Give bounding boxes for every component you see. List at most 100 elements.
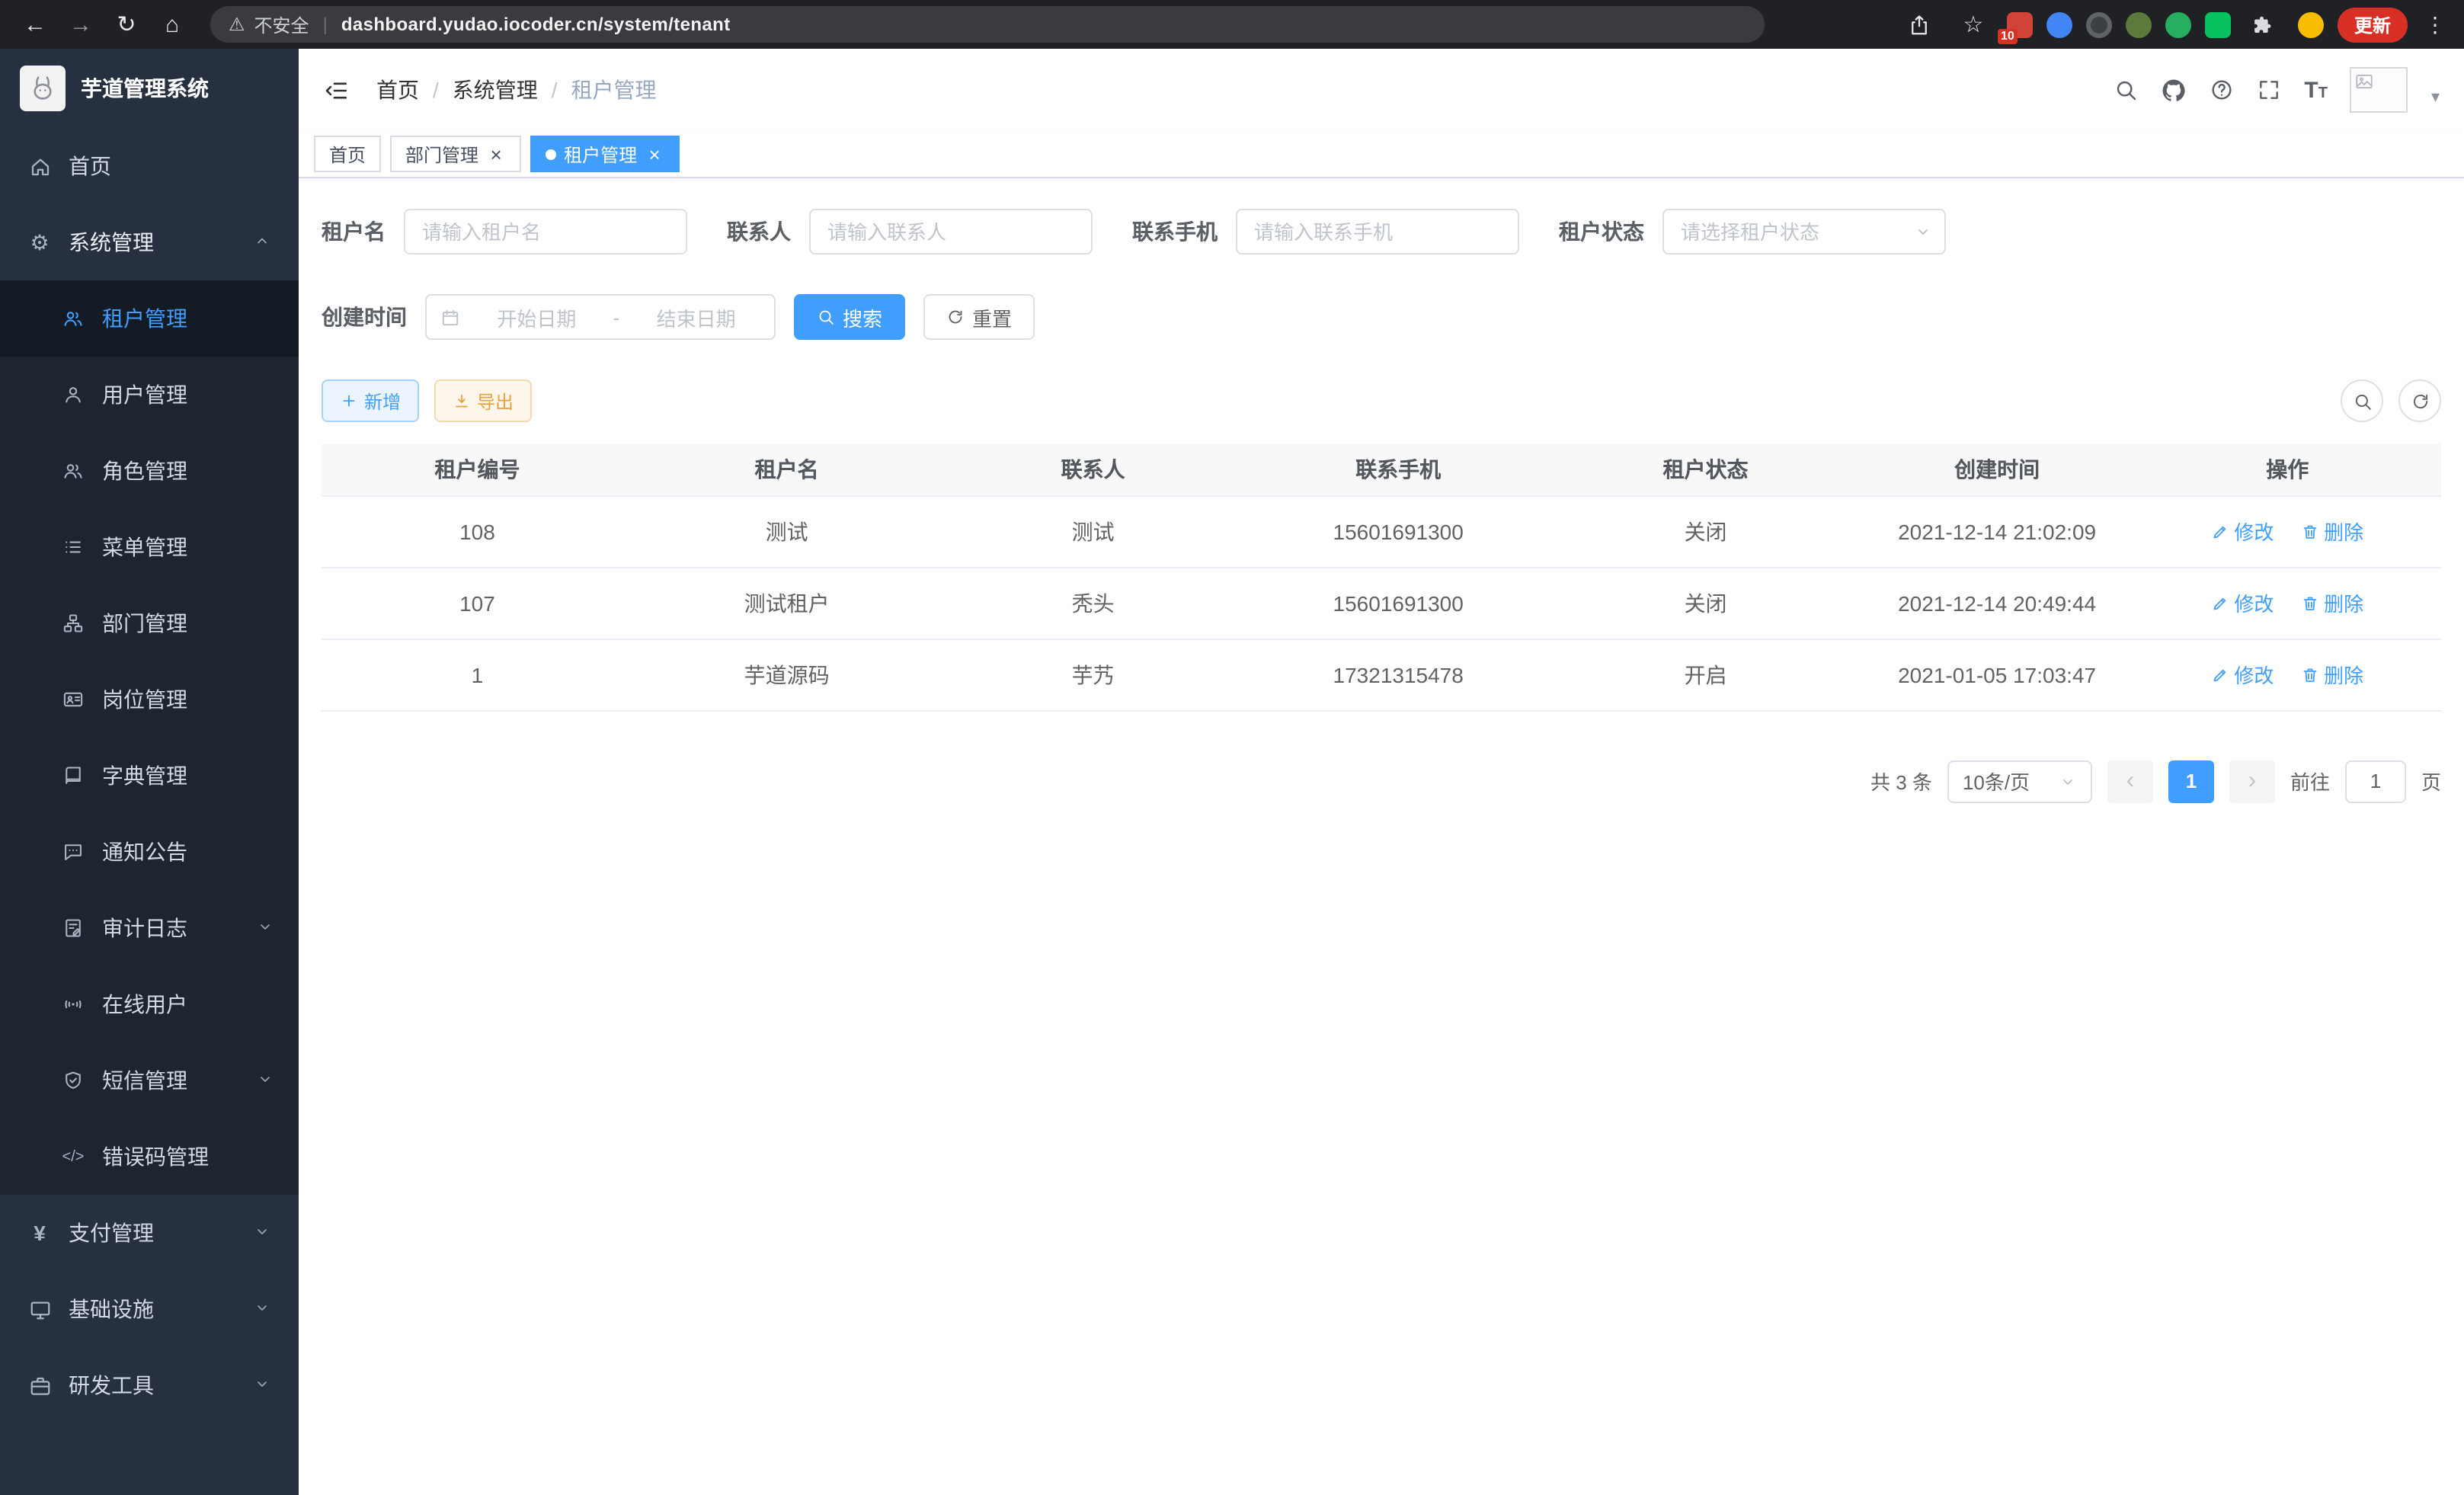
share-icon[interactable]	[1900, 5, 1940, 44]
extension-icon-6[interactable]	[2205, 11, 2231, 37]
col-actions: 操作	[2134, 443, 2441, 495]
font-size-icon[interactable]: TT	[2304, 77, 2328, 103]
breadcrumb-system[interactable]: 系统管理	[453, 75, 538, 105]
tab-dept[interactable]: 部门管理 ×	[390, 136, 521, 172]
active-dot	[546, 149, 556, 159]
people-icon	[61, 460, 85, 482]
message-icon	[61, 841, 85, 863]
page-size-select[interactable]: 10条/页	[1947, 760, 2092, 802]
bookmark-star-icon[interactable]: ☆	[1954, 5, 1993, 44]
col-created: 创建时间	[1861, 443, 2134, 495]
search-icon[interactable]	[2114, 78, 2138, 102]
home-icon	[27, 155, 52, 178]
sidebar-item-system[interactable]: ⚙ 系统管理	[0, 204, 299, 280]
browser-back-icon[interactable]: ←	[15, 5, 55, 44]
status-select[interactable]	[1662, 209, 1946, 255]
prev-page-button[interactable]: ‹	[2107, 760, 2153, 802]
sidebar-item-infra[interactable]: 基础设施	[0, 1271, 299, 1347]
close-icon[interactable]: ×	[645, 144, 664, 164]
close-icon[interactable]: ×	[486, 144, 506, 164]
edit-link[interactable]: 修改	[2211, 660, 2274, 689]
browser-reload-icon[interactable]: ↻	[107, 5, 146, 44]
filter-row-2: 创建时间 开始日期 - 结束日期 搜索 重置	[322, 294, 2441, 340]
goto-unit: 页	[2421, 767, 2441, 796]
sidebar-item-role[interactable]: 角色管理	[0, 433, 299, 509]
toggle-search-button[interactable]	[2341, 379, 2383, 422]
breadcrumb-home[interactable]: 首页	[376, 75, 419, 105]
date-start-placeholder: 开始日期	[472, 303, 601, 331]
sidebar-item-dict[interactable]: 字典管理	[0, 738, 299, 814]
browser-home-icon[interactable]: ⌂	[152, 5, 192, 44]
delete-link[interactable]: 删除	[2301, 660, 2363, 689]
table-row: 1 芋道源码 芋艿 17321315478 开启 2021-01-05 17:0…	[322, 639, 2441, 710]
sidebar-fold-icon[interactable]	[323, 77, 349, 103]
url-text[interactable]: dashboard.yudao.iocoder.cn/system/tenant	[341, 14, 731, 35]
tenant-table: 租户编号 租户名 联系人 联系手机 租户状态 创建时间 操作 108 测试	[322, 443, 2441, 711]
status-text: 关闭	[1551, 495, 1861, 567]
tenant-name-label: 租户名	[322, 216, 386, 247]
avatar-caret-icon[interactable]: ▾	[2431, 87, 2440, 107]
add-button[interactable]: 新增	[322, 379, 419, 422]
refresh-button[interactable]	[2398, 379, 2441, 422]
contact-label: 联系人	[727, 216, 791, 247]
browser-forward-icon[interactable]: →	[61, 5, 101, 44]
fullscreen-icon[interactable]	[2257, 78, 2281, 102]
search-button[interactable]: 搜索	[794, 294, 905, 340]
security-label[interactable]: 不安全	[254, 11, 309, 37]
app-logo[interactable]: 芋道管理系统	[0, 49, 299, 128]
contact-input[interactable]	[809, 209, 1093, 255]
browser-menu-icon[interactable]: ⋮	[2421, 11, 2449, 37]
extensions-puzzle-icon[interactable]	[2245, 5, 2284, 44]
extension-icon-5[interactable]	[2165, 11, 2191, 37]
col-status: 租户状态	[1551, 443, 1861, 495]
extension-icon-3[interactable]	[2086, 11, 2112, 37]
chrome-update-button[interactable]: 更新	[2338, 7, 2408, 42]
url-bar[interactable]: ⚠ 不安全 | dashboard.yudao.iocoder.cn/syste…	[210, 6, 1765, 43]
sidebar-item-pay[interactable]: ¥ 支付管理	[0, 1195, 299, 1271]
next-page-button[interactable]: ›	[2229, 760, 2275, 802]
screen: ← → ↻ ⌂ ⚠ 不安全 | dashboard.yudao.iocoder.…	[0, 0, 2464, 1495]
log-icon	[61, 917, 85, 939]
reset-button[interactable]: 重置	[923, 294, 1035, 340]
sidebar-item-tenant[interactable]: 租户管理	[0, 280, 299, 357]
sidebar-item-home[interactable]: 首页	[0, 128, 299, 204]
monitor-icon	[27, 1298, 52, 1321]
chevron-down-icon	[2059, 772, 2077, 790]
sidebar-item-devtool[interactable]: 研发工具	[0, 1347, 299, 1423]
avatar[interactable]	[2350, 67, 2408, 113]
profile-avatar[interactable]	[2298, 11, 2324, 37]
extension-icon-4[interactable]	[2126, 11, 2152, 37]
yen-icon: ¥	[27, 1221, 52, 1245]
sidebar-item-sms[interactable]: 短信管理	[0, 1042, 299, 1119]
sidebar-item-menu[interactable]: 菜单管理	[0, 509, 299, 585]
date-range-picker[interactable]: 开始日期 - 结束日期	[425, 294, 776, 340]
mobile-input[interactable]	[1236, 209, 1519, 255]
delete-link[interactable]: 删除	[2301, 517, 2363, 546]
status-text: 关闭	[1551, 567, 1861, 639]
github-icon[interactable]	[2161, 77, 2187, 103]
extension-icon-2[interactable]	[2046, 11, 2072, 37]
sidebar-item-post[interactable]: 岗位管理	[0, 661, 299, 738]
export-button[interactable]: 导出	[434, 379, 532, 422]
app-header: 首页 / 系统管理 / 租户管理 TT ▾	[299, 49, 2464, 131]
current-page-button[interactable]: 1	[2168, 760, 2214, 802]
sidebar-item-audit-log[interactable]: 审计日志	[0, 890, 299, 966]
sidebar-item-dept[interactable]: 部门管理	[0, 585, 299, 661]
extension-icon-1[interactable]: 10	[2007, 11, 2033, 37]
tab-tenant[interactable]: 租户管理 ×	[530, 136, 680, 172]
edit-link[interactable]: 修改	[2211, 588, 2274, 617]
sidebar-item-online-user[interactable]: 在线用户	[0, 966, 299, 1042]
tab-home[interactable]: 首页	[314, 136, 381, 172]
sidebar-item-notice[interactable]: 通知公告	[0, 814, 299, 890]
tenant-name-input[interactable]	[404, 209, 687, 255]
goto-page-input[interactable]	[2345, 760, 2406, 802]
sidebar-item-user[interactable]: 用户管理	[0, 357, 299, 433]
list-icon	[61, 536, 85, 558]
sidebar-item-error-code[interactable]: </> 错误码管理	[0, 1119, 299, 1195]
help-icon[interactable]	[2210, 78, 2234, 102]
col-tenant-name: 租户名	[633, 443, 940, 495]
signal-icon	[61, 994, 85, 1015]
delete-link[interactable]: 删除	[2301, 588, 2363, 617]
book-icon	[61, 765, 85, 786]
edit-link[interactable]: 修改	[2211, 517, 2274, 546]
